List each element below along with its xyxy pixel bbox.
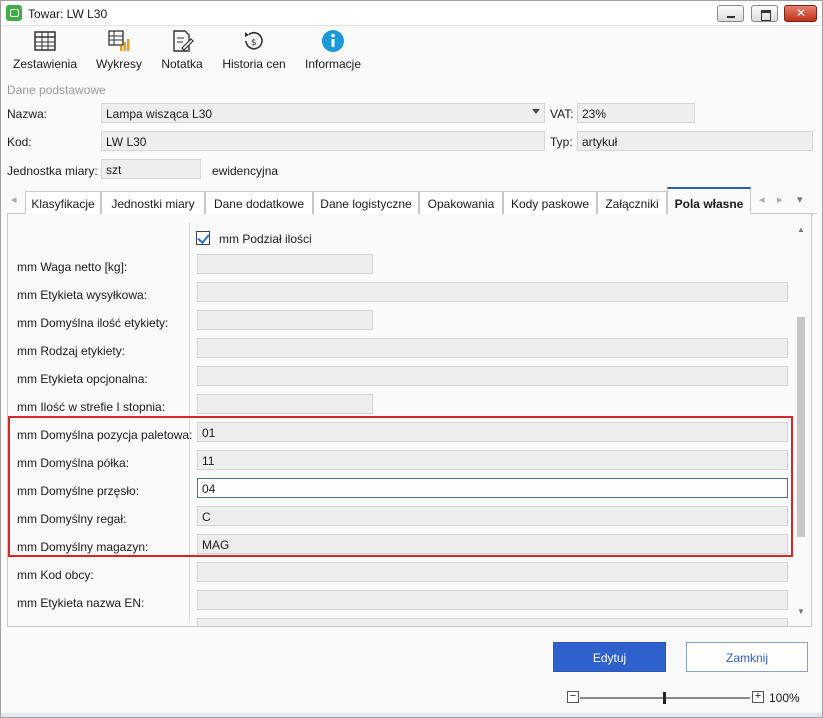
zoom-out-button[interactable]: − xyxy=(567,691,579,703)
zoom-percent: 100% xyxy=(769,691,800,705)
toolbar-label: Notatka xyxy=(161,57,203,71)
svg-text:$: $ xyxy=(251,38,257,48)
prop-label: mm Ilość w strefie I stopnia: xyxy=(17,400,166,414)
tab-opakowania[interactable]: Opakowania xyxy=(419,191,503,214)
tab-klasyfikacje[interactable]: Klasyfikacje xyxy=(25,191,101,214)
prop-field[interactable] xyxy=(197,282,788,302)
tab-dane-logistyczne[interactable]: Dane logistyczne xyxy=(313,191,419,214)
podzial-ilosci-checkbox[interactable] xyxy=(196,231,210,245)
prop-label: mm Kod obcy: xyxy=(17,568,94,582)
info-icon xyxy=(322,30,344,52)
section-label-basic: Dane podstawowe xyxy=(7,83,106,97)
tab-kody-paskowe[interactable]: Kody paskowe xyxy=(503,191,597,214)
prop-field[interactable] xyxy=(197,366,788,386)
unit-field[interactable]: szt xyxy=(101,159,201,179)
close-window-button[interactable] xyxy=(784,5,817,22)
prop-label: mm Etykieta opcjonalna: xyxy=(17,372,148,386)
type-field[interactable]: artykuł xyxy=(577,131,813,151)
chevron-down-icon[interactable] xyxy=(532,109,540,114)
toolbar-button-historia-cen[interactable]: $ Historia cen xyxy=(219,29,289,71)
code-label: Kod: xyxy=(7,135,32,149)
zoom-in-button[interactable]: + xyxy=(752,691,764,703)
toolbar-button-zestawienia[interactable]: Zestawienia xyxy=(9,29,81,71)
prop-label: mm Etykieta nazwa EN: xyxy=(17,596,145,610)
prop-field[interactable] xyxy=(197,310,373,330)
product-window: Towar: LW L30 Zestawienia xyxy=(0,0,823,718)
prop-field[interactable] xyxy=(197,590,788,610)
toolbar-label: Historia cen xyxy=(222,57,286,71)
tab-scroll-left-icon[interactable]: ◂ xyxy=(11,193,17,206)
window-title: Towar: LW L30 xyxy=(28,7,108,21)
code-field[interactable]: LW L30 xyxy=(101,131,545,151)
prop-label: mm Waga netto [kg]: xyxy=(17,260,128,274)
toolbar-button-notatka[interactable]: Notatka xyxy=(157,29,207,71)
prop-label: mm Domyślna ilość etykiety: xyxy=(17,316,169,330)
tab-next-icon[interactable]: ▸ xyxy=(777,193,783,206)
prop-field[interactable] xyxy=(197,562,788,582)
toolbar-button-wykresy[interactable]: Wykresy xyxy=(93,29,145,71)
toolbar-label: Informacje xyxy=(304,57,362,71)
highlight-box xyxy=(8,416,793,557)
app-icon xyxy=(6,5,22,21)
toolbar: Zestawienia Wykresy Notatka $ Historia c… xyxy=(1,27,822,79)
close-button[interactable]: Zamknij xyxy=(686,642,808,672)
name-value: Lampa wisząca L30 xyxy=(106,107,213,121)
unit-value: szt xyxy=(106,163,122,177)
tab-dane-dodatkowe[interactable]: Dane dodatkowe xyxy=(205,191,313,214)
prop-label: mm Etykieta wysyłkowa: xyxy=(17,288,148,302)
prop-field[interactable] xyxy=(197,254,373,274)
tab-pola-wlasne[interactable]: Pola własne xyxy=(667,187,751,215)
chart-icon xyxy=(108,30,130,51)
toolbar-label: Zestawienia xyxy=(12,57,78,71)
edit-button[interactable]: Edytuj xyxy=(553,642,666,672)
code-value: LW L30 xyxy=(106,135,147,149)
prop-label: mm Rodzaj etykiety: xyxy=(17,344,126,358)
zoom-slider-thumb[interactable] xyxy=(663,692,666,704)
type-value: artykuł xyxy=(582,135,618,149)
name-label: Nazwa: xyxy=(7,107,48,121)
unit-label: Jednostka miary: xyxy=(7,164,98,178)
maximize-button[interactable] xyxy=(751,5,778,22)
scroll-thumb[interactable] xyxy=(797,317,805,537)
checkbox-label: mm Podział ilości xyxy=(219,232,312,246)
title-bar: Towar: LW L30 xyxy=(1,1,822,26)
tab-strip: ◂ Klasyfikacje Jednostki miary Dane doda… xyxy=(7,187,817,215)
note-icon xyxy=(173,30,194,52)
name-select[interactable]: Lampa wisząca L30 xyxy=(101,103,545,123)
minimize-button[interactable] xyxy=(717,5,744,22)
scroll-down-icon[interactable]: ▼ xyxy=(797,607,805,616)
type-label: Typ: xyxy=(550,135,573,149)
prop-field[interactable] xyxy=(197,394,373,414)
vat-label: VAT: xyxy=(550,107,574,121)
vat-field[interactable]: 23% xyxy=(577,103,695,123)
scroll-up-icon[interactable]: ▲ xyxy=(797,225,805,234)
prop-field[interactable] xyxy=(197,338,788,358)
tab-jednostki-miary[interactable]: Jednostki miary xyxy=(101,191,205,214)
tab-prev-icon[interactable]: ◂ xyxy=(759,193,765,206)
prop-field-partial xyxy=(197,618,788,626)
toolbar-button-informacje[interactable]: Informacje xyxy=(301,29,365,71)
unit-note: ewidencyjna xyxy=(212,164,279,178)
tab-list-chevron-icon[interactable]: ▾ xyxy=(797,193,803,206)
history-icon: $ xyxy=(245,31,263,50)
bottom-strip xyxy=(1,713,822,717)
toolbar-label: Wykresy xyxy=(96,57,142,71)
tab-zalaczniki[interactable]: Załączniki xyxy=(597,191,667,214)
vertical-scrollbar[interactable]: ▲ ▼ xyxy=(795,223,809,621)
table-icon xyxy=(34,31,56,51)
vat-value: 23% xyxy=(582,107,607,121)
